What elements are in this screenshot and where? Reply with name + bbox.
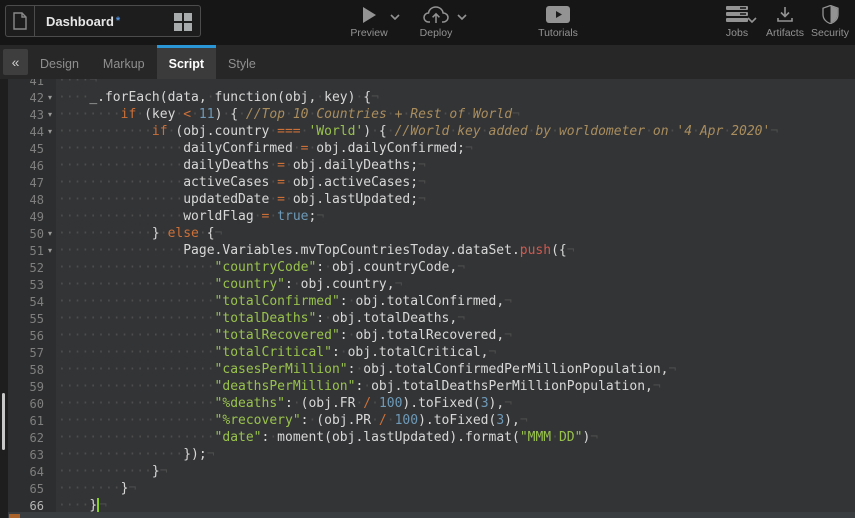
code-line[interactable]: 60····················"%deaths":·(obj.FR… xyxy=(8,395,855,412)
horizontal-scrollbar[interactable] xyxy=(8,512,855,518)
line-number: 63 xyxy=(8,448,44,462)
line-number: 41 xyxy=(8,79,44,88)
artifacts-button[interactable]: Artifacts xyxy=(762,4,808,39)
line-number: 48 xyxy=(8,193,44,207)
line-number: 61 xyxy=(8,414,44,428)
code-line[interactable]: 44▾············if·(obj.country·===·'Worl… xyxy=(8,123,855,140)
code-line[interactable]: 46················dailyDeaths·=·obj.dail… xyxy=(8,157,855,174)
line-number: 51 xyxy=(8,244,44,258)
line-number: 55 xyxy=(8,312,44,326)
code-content[interactable]: 41····¬42▾····_.forEach(data,·function(o… xyxy=(8,79,855,514)
code-line[interactable]: 56····················"totalRecovered":·… xyxy=(8,327,855,344)
video-icon xyxy=(546,4,570,25)
line-number: 52 xyxy=(8,261,44,275)
deploy-button[interactable]: Deploy xyxy=(413,4,459,39)
tab-script[interactable]: Script xyxy=(157,45,216,79)
code-line[interactable]: 61····················"%recovery":·(obj.… xyxy=(8,412,855,429)
code-line[interactable]: 51▾················Page.Variables.mvTopC… xyxy=(8,242,855,259)
code-line[interactable]: 65········}¬ xyxy=(8,480,855,497)
jobs-chevron-down-icon[interactable] xyxy=(747,17,757,23)
deploy-label: Deploy xyxy=(420,27,453,39)
line-number: 47 xyxy=(8,176,44,190)
editor-tabs: Design Markup Script Style xyxy=(28,45,268,79)
line-number: 62 xyxy=(8,431,44,445)
code-line[interactable]: 55····················"totalDeaths":·obj… xyxy=(8,310,855,327)
code-line[interactable]: 59····················"deathsPerMillion"… xyxy=(8,378,855,395)
modified-indicator: * xyxy=(116,15,120,27)
jobs-label: Jobs xyxy=(726,27,748,39)
play-icon xyxy=(362,4,377,25)
line-number: 45 xyxy=(8,142,44,156)
code-line[interactable]: 49················worldFlag·=·true;¬ xyxy=(8,208,855,225)
page-title: Dashboard xyxy=(46,14,114,29)
app-header: Dashboard * Preview Deploy xyxy=(0,0,855,45)
code-line[interactable]: 42▾····_.forEach(data,·function(obj,·key… xyxy=(8,89,855,106)
preview-button[interactable]: Preview xyxy=(345,4,393,39)
download-icon xyxy=(776,4,794,25)
preview-chevron-down-icon[interactable] xyxy=(390,14,400,20)
code-line[interactable]: 64············}¬ xyxy=(8,463,855,480)
cloud-upload-icon xyxy=(423,4,449,25)
line-number: 54 xyxy=(8,295,44,309)
code-line[interactable]: 53····················"country":·obj.cou… xyxy=(8,276,855,293)
code-line[interactable]: 62····················"date":·moment(obj… xyxy=(8,429,855,446)
deploy-chevron-down-icon[interactable] xyxy=(457,14,467,20)
line-number: 42 xyxy=(8,91,44,105)
code-line[interactable]: 54····················"totalConfirmed":·… xyxy=(8,293,855,310)
server-stack-icon xyxy=(726,4,748,25)
code-line[interactable]: 48················updatedDate·=·obj.last… xyxy=(8,191,855,208)
artifacts-label: Artifacts xyxy=(766,27,804,39)
page-icon[interactable] xyxy=(6,6,35,36)
line-number: 58 xyxy=(8,363,44,377)
code-line[interactable]: 58····················"casesPerMillion":… xyxy=(8,361,855,378)
page-selector[interactable]: Dashboard * xyxy=(5,5,201,37)
line-number: 66 xyxy=(8,499,44,513)
line-number: 49 xyxy=(8,210,44,224)
tab-markup[interactable]: Markup xyxy=(91,45,157,79)
line-number: 53 xyxy=(8,278,44,292)
line-number: 57 xyxy=(8,346,44,360)
shield-icon xyxy=(822,4,839,25)
line-number: 59 xyxy=(8,380,44,394)
line-number: 64 xyxy=(8,465,44,479)
code-line[interactable]: 57····················"totalCritical":·o… xyxy=(8,344,855,361)
line-number: 65 xyxy=(8,482,44,496)
line-number: 44 xyxy=(8,125,44,139)
line-number: 50 xyxy=(8,227,44,241)
code-line[interactable]: 41····¬ xyxy=(8,79,855,89)
line-number: 46 xyxy=(8,159,44,173)
fold-toggle-icon[interactable]: ▾ xyxy=(44,89,56,106)
editor-tabbar: « Design Markup Script Style xyxy=(0,45,855,79)
security-label: Security xyxy=(811,27,849,39)
tab-style[interactable]: Style xyxy=(216,45,268,79)
vertical-scrollbar-thumb[interactable] xyxy=(2,393,5,450)
code-line[interactable]: 63················});¬ xyxy=(8,446,855,463)
code-line[interactable]: 52····················"countryCode":·obj… xyxy=(8,259,855,276)
tutorials-label: Tutorials xyxy=(538,27,578,39)
fold-toggle-icon[interactable]: ▾ xyxy=(44,242,56,259)
fold-toggle-icon[interactable]: ▾ xyxy=(44,225,56,242)
code-line[interactable]: 47················activeCases·=·obj.acti… xyxy=(8,174,855,191)
line-number: 43 xyxy=(8,108,44,122)
code-line[interactable]: 50▾············}·else·{¬ xyxy=(8,225,855,242)
code-line[interactable]: 45················dailyConfirmed·=·obj.d… xyxy=(8,140,855,157)
security-button[interactable]: Security xyxy=(808,4,852,39)
line-number: 56 xyxy=(8,329,44,343)
code-line[interactable]: 43▾········if·(key·<·11)·{·//Top·10·Coun… xyxy=(8,106,855,123)
line-number: 60 xyxy=(8,397,44,411)
left-panel-strip xyxy=(0,79,8,518)
grid-icon[interactable] xyxy=(174,13,192,31)
preview-label: Preview xyxy=(350,27,387,39)
script-editor[interactable]: 41····¬42▾····_.forEach(data,·function(o… xyxy=(0,79,855,518)
fold-toggle-icon[interactable]: ▾ xyxy=(44,123,56,140)
tab-design[interactable]: Design xyxy=(28,45,91,79)
fold-toggle-icon[interactable]: ▾ xyxy=(44,106,56,123)
gutter-warning-marker xyxy=(9,514,20,518)
collapse-panel-button[interactable]: « xyxy=(3,49,28,75)
tutorials-button[interactable]: Tutorials xyxy=(530,4,586,39)
